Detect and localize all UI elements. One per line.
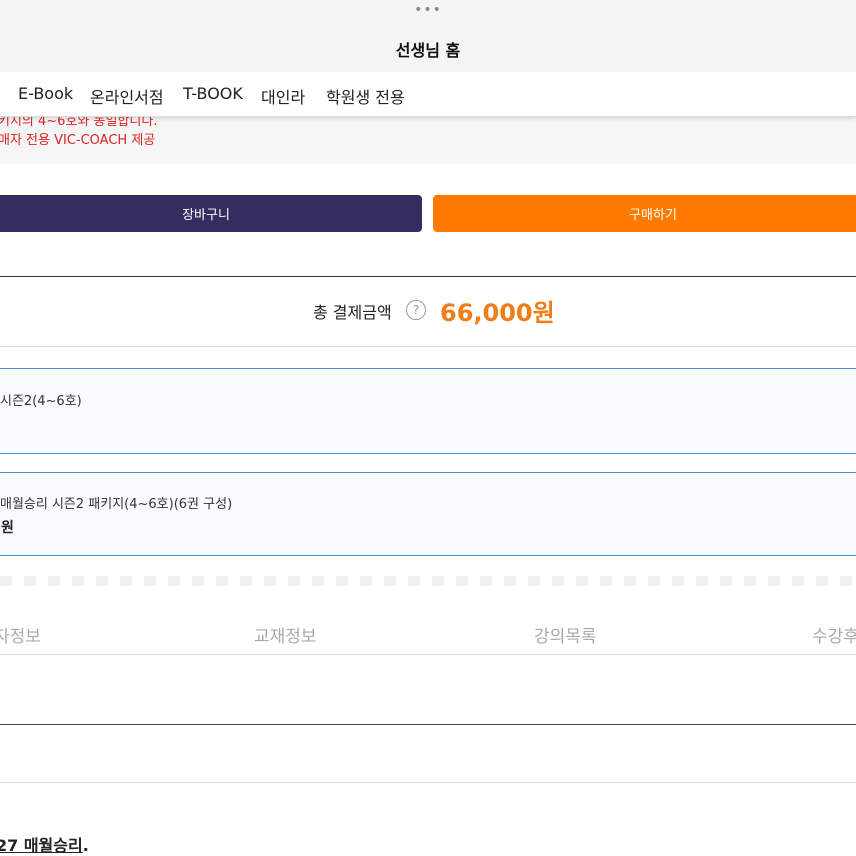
detail-tabs: 자정보 교재정보 강의목록 수강후 xyxy=(0,610,856,655)
product-heading: 27 매월승리. xyxy=(0,832,89,856)
top-nav: E-Book 온라인서점 T-BOOK 대인라 학원생 전용 xyxy=(0,72,856,117)
add-to-cart-button[interactable]: 장바구니 xyxy=(0,195,422,232)
option-select-box[interactable]: 시즌2(4~6호) xyxy=(0,368,856,454)
nav-item-online-bookstore[interactable]: 온라인서점 xyxy=(90,84,164,108)
selected-product-name: 매월승리 시즌2 패키지(4~6호)(6권 구성) xyxy=(0,497,233,512)
tab-reviews[interactable]: 수강후 xyxy=(812,622,856,647)
tab-lecture-list[interactable]: 강의목록 xyxy=(534,622,597,647)
buy-now-button[interactable]: 구매하기 xyxy=(433,195,856,232)
content-divider-light xyxy=(0,782,856,783)
selected-product-price: 원 xyxy=(1,520,14,536)
total-payment-price: 66,000원 xyxy=(440,299,555,327)
section-divider xyxy=(0,576,856,586)
notice-box: 키지의 4~6호와 동일합니다. 매자 전용 VIC-COACH 제공 xyxy=(0,116,856,164)
product-heading-title: 27 매월승리 xyxy=(0,836,83,855)
tab-author-info[interactable]: 자정보 xyxy=(0,622,41,647)
nav-item-daeinra[interactable]: 대인라 xyxy=(261,84,305,108)
page-title: 선생님 홈 xyxy=(395,41,461,60)
selected-option-label: 시즌2(4~6호) xyxy=(0,394,82,409)
total-payment-row: 총 결제금액 ? 66,000원 xyxy=(0,276,856,347)
nav-item-ebook[interactable]: E-Book xyxy=(18,84,73,103)
nav-item-tbook[interactable]: T-BOOK xyxy=(183,84,243,103)
help-icon[interactable]: ? xyxy=(406,300,426,320)
notice-line-2: 매자 전용 VIC-COACH 제공 xyxy=(0,133,156,148)
content-divider xyxy=(0,724,856,725)
tab-book-info[interactable]: 교재정보 xyxy=(254,622,317,647)
more-dots-icon[interactable]: ••• xyxy=(0,2,856,18)
nav-item-academy-only[interactable]: 학원생 전용 xyxy=(326,84,405,108)
app-header: ••• 선생님 홈 xyxy=(0,0,856,72)
selected-product-item[interactable]: 매월승리 시즌2 패키지(4~6호)(6권 구성) 원 xyxy=(0,472,856,556)
notice-line-1: 키지의 4~6호와 동일합니다. xyxy=(0,116,158,129)
total-payment-label: 총 결제금액 xyxy=(313,303,392,322)
product-heading-suffix: . xyxy=(82,836,89,855)
